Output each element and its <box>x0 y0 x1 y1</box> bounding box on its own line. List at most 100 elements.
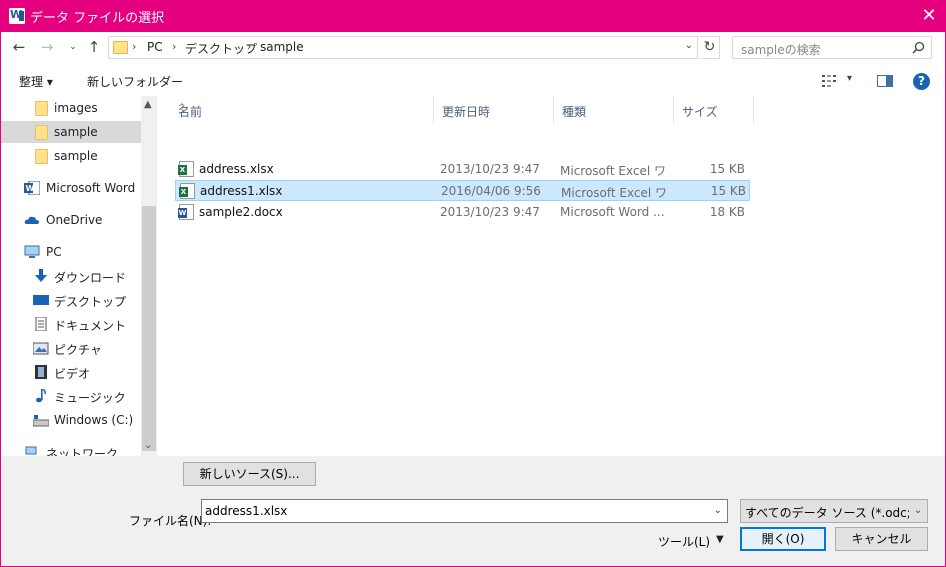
nav-label: Microsoft Word <box>46 181 136 195</box>
svg-text:W: W <box>26 184 35 193</box>
view-options-icon[interactable] <box>822 74 840 88</box>
nav-label: ダウンロード <box>54 271 127 285</box>
nav-item-sample[interactable]: sample <box>1 121 141 143</box>
nav-item-network[interactable]: ネットワーク <box>1 441 141 456</box>
nav-label: ドキュメント <box>54 319 127 333</box>
preview-pane-icon[interactable] <box>877 75 893 87</box>
search-placeholder: sampleの検索 <box>741 43 821 57</box>
word-icon: W <box>24 181 40 195</box>
nav-label: sample <box>54 149 98 163</box>
nav-item-pictures[interactable]: ピクチャ <box>1 337 141 359</box>
scroll-down-icon[interactable]: ⌄ <box>144 440 152 451</box>
new-folder-button[interactable]: 新しいフォルダー <box>87 73 183 90</box>
sort-up-icon: ^ <box>178 103 186 113</box>
table-row[interactable]: X address.xlsx 2013/10/23 9:47 Microsoft… <box>175 159 750 180</box>
refresh-button[interactable]: ↻ <box>700 36 720 59</box>
nav-item-images[interactable]: images <box>1 97 141 119</box>
download-arrow-icon <box>35 269 47 282</box>
video-icon <box>35 365 47 379</box>
nav-label: ミュージック <box>54 391 126 405</box>
excel-file-icon: X <box>179 183 195 199</box>
nav-scrollbar[interactable]: ▲ ⌄ <box>141 96 157 456</box>
nav-item-documents[interactable]: ドキュメント <box>1 313 141 335</box>
nav-item-videos[interactable]: ビデオ <box>1 361 141 383</box>
nav-label: ビデオ <box>54 367 91 381</box>
forward-arrow-icon[interactable]: → <box>37 38 57 58</box>
back-arrow-icon[interactable]: ← <box>9 38 29 58</box>
nav-item-music[interactable]: ミュージック <box>1 385 141 407</box>
command-bar: 整理 ▾ 新しいフォルダー ▾ ? <box>1 66 945 96</box>
filename-value: address1.xlsx <box>205 504 288 518</box>
filename-label: ファイル名(N): <box>129 514 212 528</box>
nav-item-microsoft-word[interactable]: W Microsoft Word <box>1 177 141 199</box>
picture-icon <box>33 342 49 355</box>
help-icon[interactable]: ? <box>913 73 930 90</box>
file-date: 2013/10/23 9:47 <box>440 162 540 176</box>
nav-item-sample-2[interactable]: sample <box>1 145 141 167</box>
file-type: Microsoft Word ... <box>560 205 665 219</box>
file-name: address.xlsx <box>199 162 274 176</box>
nav-label: ネットワーク <box>46 447 119 456</box>
nav-item-downloads[interactable]: ダウンロード <box>1 265 141 287</box>
organize-menu[interactable]: 整理 ▾ <box>19 73 53 90</box>
search-icon[interactable] <box>912 41 925 54</box>
tools-menu[interactable]: ツール(L) <box>658 533 710 550</box>
column-label: 種類 <box>562 105 587 119</box>
folder-icon <box>113 41 128 54</box>
file-size: 15 KB <box>710 184 746 198</box>
nav-label: Windows (C:) <box>54 413 134 427</box>
file-name: sample2.docx <box>199 205 283 219</box>
chevron-down-icon[interactable]: ⌄ <box>685 40 693 51</box>
column-header-type[interactable]: 種類 <box>554 96 674 124</box>
window-title: データ ファイルの選択 <box>30 11 165 26</box>
breadcrumb-pc[interactable]: PC <box>147 40 163 54</box>
nav-item-onedrive[interactable]: OneDrive <box>1 209 141 231</box>
open-button[interactable]: 開く(O) <box>740 527 826 551</box>
up-arrow-icon[interactable]: ↑ <box>84 38 104 58</box>
address-row: ← → ⌄ ↑ › PC › デスクトップ › sample ⌄ ↻ sampl… <box>1 32 945 62</box>
folder-icon <box>35 149 48 164</box>
column-header-size[interactable]: サイズ <box>674 96 754 124</box>
chevron-right-icon[interactable]: › <box>172 40 176 53</box>
word-file-icon: W <box>178 204 194 220</box>
column-header-name[interactable]: 名前 ^ <box>170 96 434 124</box>
document-icon <box>35 317 47 331</box>
folder-icon <box>35 125 48 140</box>
nav-label: sample <box>54 125 98 139</box>
tools-dropdown-icon[interactable]: ▼ <box>716 534 724 545</box>
desktop-icon <box>33 295 49 305</box>
address-bar[interactable]: › PC › デスクトップ › sample ⌄ <box>108 36 698 59</box>
table-row-selected[interactable]: X address1.xlsx 2016/04/06 9:56 Microsof… <box>175 180 750 201</box>
chevron-right-icon[interactable]: › <box>247 40 251 53</box>
network-icon <box>25 446 37 455</box>
chevron-right-icon[interactable]: › <box>132 40 136 53</box>
chevron-down-icon[interactable]: ⌄ <box>714 505 722 516</box>
music-note-icon <box>36 389 46 403</box>
filter-value: すべてのデータ ソース (*.odc;*.mdb; <box>745 506 927 520</box>
new-source-button[interactable]: 新しいソース(S)... <box>183 462 316 486</box>
close-button[interactable]: ✕ <box>912 0 946 32</box>
nav-item-desktop[interactable]: デスクトップ <box>1 289 141 311</box>
scrollbar-thumb[interactable] <box>142 206 156 451</box>
onedrive-cloud-icon <box>24 216 39 224</box>
search-input[interactable]: sampleの検索 <box>732 36 932 59</box>
table-row[interactable]: W sample2.docx 2013/10/23 9:47 Microsoft… <box>175 202 750 223</box>
nav-item-windows-c[interactable]: Windows (C:) <box>1 409 141 431</box>
excel-file-icon: X <box>178 161 194 177</box>
file-name: address1.xlsx <box>200 184 283 198</box>
column-header-date[interactable]: 更新日時 <box>434 96 554 124</box>
word-app-icon <box>9 8 25 24</box>
recent-dropdown-icon[interactable]: ⌄ <box>63 38 83 58</box>
drive-icon <box>33 415 49 427</box>
nav-item-pc[interactable]: PC <box>1 241 141 263</box>
cancel-button[interactable]: キャンセル <box>835 527 928 551</box>
computer-icon <box>24 245 40 258</box>
breadcrumb-sample[interactable]: sample <box>260 40 304 54</box>
view-dropdown-icon[interactable]: ▾ <box>847 73 852 84</box>
navigation-pane: images sample sample W Microsoft Word On… <box>1 96 158 456</box>
filename-field[interactable]: address1.xlsx ⌄ <box>201 499 728 523</box>
file-size: 15 KB <box>709 162 745 176</box>
chevron-down-icon[interactable]: ⌄ <box>909 500 927 522</box>
scroll-up-icon[interactable]: ▲ <box>144 99 152 110</box>
file-type-filter[interactable]: すべてのデータ ソース (*.odc;*.mdb; ⌄ <box>740 499 928 523</box>
